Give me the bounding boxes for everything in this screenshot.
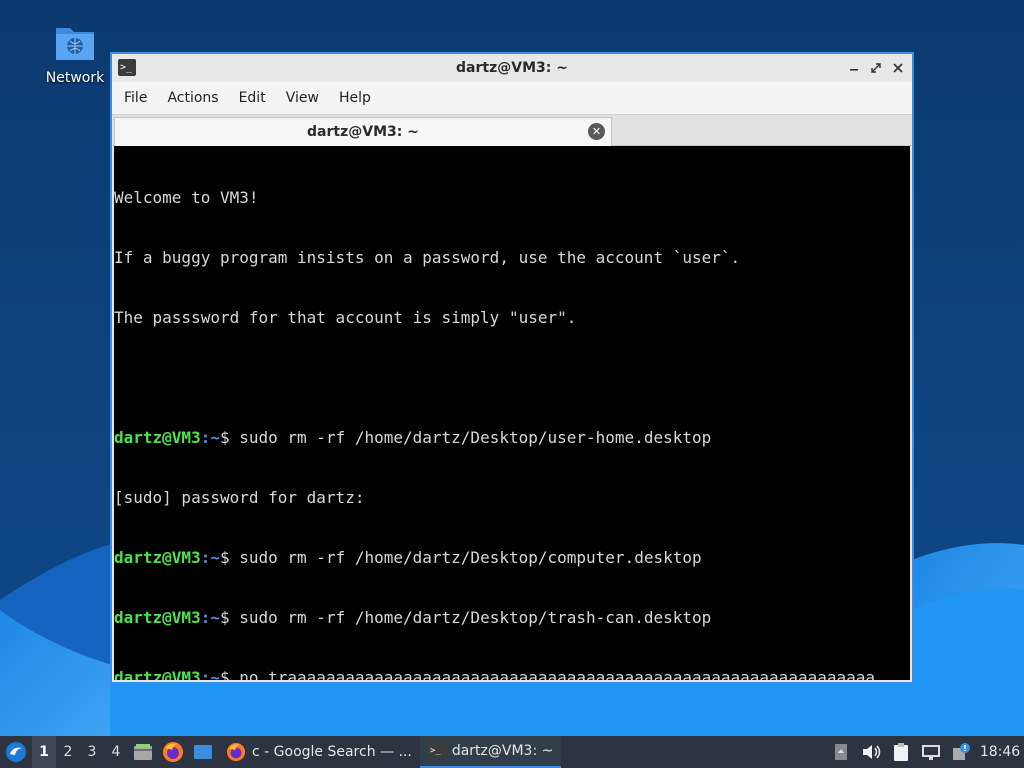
network-icon[interactable] <box>916 736 946 768</box>
volume-control-icon[interactable] <box>826 736 856 768</box>
taskbar: 1 2 3 4 c - Google Search — ... >_ dartz… <box>0 736 1024 768</box>
terminal-line: Welcome to VM3! <box>114 188 259 207</box>
terminal-command-line: dartz@VM3:~$ sudo rm -rf /home/dartz/Des… <box>114 608 910 628</box>
menu-view[interactable]: View <box>276 82 329 114</box>
terminal-line: [sudo] password for dartz: <box>114 488 365 507</box>
workspace-1[interactable]: 1 <box>32 736 56 768</box>
workspace-3[interactable]: 3 <box>80 736 104 768</box>
tab-close-icon[interactable]: ✕ <box>588 123 605 140</box>
maximize-icon[interactable] <box>868 60 884 76</box>
workspace-2[interactable]: 2 <box>56 736 80 768</box>
terminal-command-line: dartz@VM3:~$ sudo rm -rf /home/dartz/Des… <box>114 548 910 568</box>
window-titlebar[interactable]: >_ dartz@VM3: ~ <box>112 54 912 82</box>
desktop-icon[interactable] <box>188 736 218 768</box>
prompt-symbol: $ <box>219 548 230 567</box>
firefox-icon[interactable] <box>158 736 188 768</box>
prompt-path: :~ <box>200 548 220 567</box>
desktop-icon-network[interactable]: Network <box>40 22 110 86</box>
start-menu-button[interactable] <box>0 736 32 768</box>
tab-bar: dartz@VM3: ~ ✕ <box>112 114 912 146</box>
terminal-command-line: dartz@VM3:~$ no traaaaaaaaaaaaaaaaaaaaaa… <box>114 668 910 680</box>
prompt-path: :~ <box>200 428 220 447</box>
speaker-icon[interactable] <box>856 736 886 768</box>
task-firefox[interactable]: c - Google Search — ... <box>218 736 420 768</box>
network-folder-icon <box>54 22 96 62</box>
terminal-output[interactable]: Welcome to VM3! If a buggy program insis… <box>114 146 910 680</box>
system-tray: 18:46 <box>826 736 1024 768</box>
prompt-user: dartz@VM3 <box>114 428 201 447</box>
menu-actions[interactable]: Actions <box>157 82 228 114</box>
minimize-icon[interactable] <box>846 60 862 76</box>
terminal-line: If a buggy program insists on a password… <box>114 248 741 267</box>
tab-label: dartz@VM3: ~ <box>307 124 419 140</box>
menu-bar: File Actions Edit View Help <box>112 82 912 114</box>
tab-terminal[interactable]: dartz@VM3: ~ ✕ <box>114 117 612 146</box>
prompt-symbol: $ <box>219 608 230 627</box>
updates-icon[interactable] <box>946 736 976 768</box>
clock[interactable]: 18:46 <box>976 744 1024 760</box>
prompt-path: :~ <box>200 608 220 627</box>
task-label: c - Google Search — ... <box>252 744 412 760</box>
terminal-icon: >_ <box>427 743 446 759</box>
close-icon[interactable] <box>890 60 906 76</box>
command-text: sudo rm -rf /home/dartz/Desktop/computer… <box>229 548 702 567</box>
prompt-user: dartz@VM3 <box>114 548 201 567</box>
terminal-command-line: dartz@VM3:~$ sudo rm -rf /home/dartz/Des… <box>114 428 910 448</box>
prompt-path: :~ <box>200 668 220 680</box>
command-text: sudo rm -rf /home/dartz/Desktop/trash-ca… <box>229 608 712 627</box>
menu-edit[interactable]: Edit <box>229 82 276 114</box>
task-terminal[interactable]: >_ dartz@VM3: ~ <box>419 736 562 768</box>
menu-file[interactable]: File <box>114 82 157 114</box>
window-title: dartz@VM3: ~ <box>456 60 568 76</box>
command-text: sudo rm -rf /home/dartz/Desktop/user-hom… <box>229 428 712 447</box>
menu-help[interactable]: Help <box>329 82 381 114</box>
task-label: dartz@VM3: ~ <box>451 743 554 759</box>
prompt-symbol: $ <box>219 428 230 447</box>
clipboard-icon[interactable] <box>886 736 916 768</box>
firefox-icon <box>226 742 246 762</box>
lubuntu-logo-icon <box>6 742 26 762</box>
desktop-icon-label: Network <box>45 70 105 86</box>
prompt-user: dartz@VM3 <box>114 668 201 680</box>
command-text: no traaaaaaaaaaaaaaaaaaaaaaaaaaaaaaaaaaa… <box>229 668 876 680</box>
workspace-4[interactable]: 4 <box>104 736 128 768</box>
prompt-symbol: $ <box>219 668 230 680</box>
terminal-window[interactable]: >_ dartz@VM3: ~ File Actions Edit View H… <box>110 52 914 684</box>
file-manager-icon[interactable] <box>128 736 158 768</box>
prompt-user: dartz@VM3 <box>114 608 201 627</box>
terminal-line: The passsword for that account is simply… <box>114 308 577 327</box>
